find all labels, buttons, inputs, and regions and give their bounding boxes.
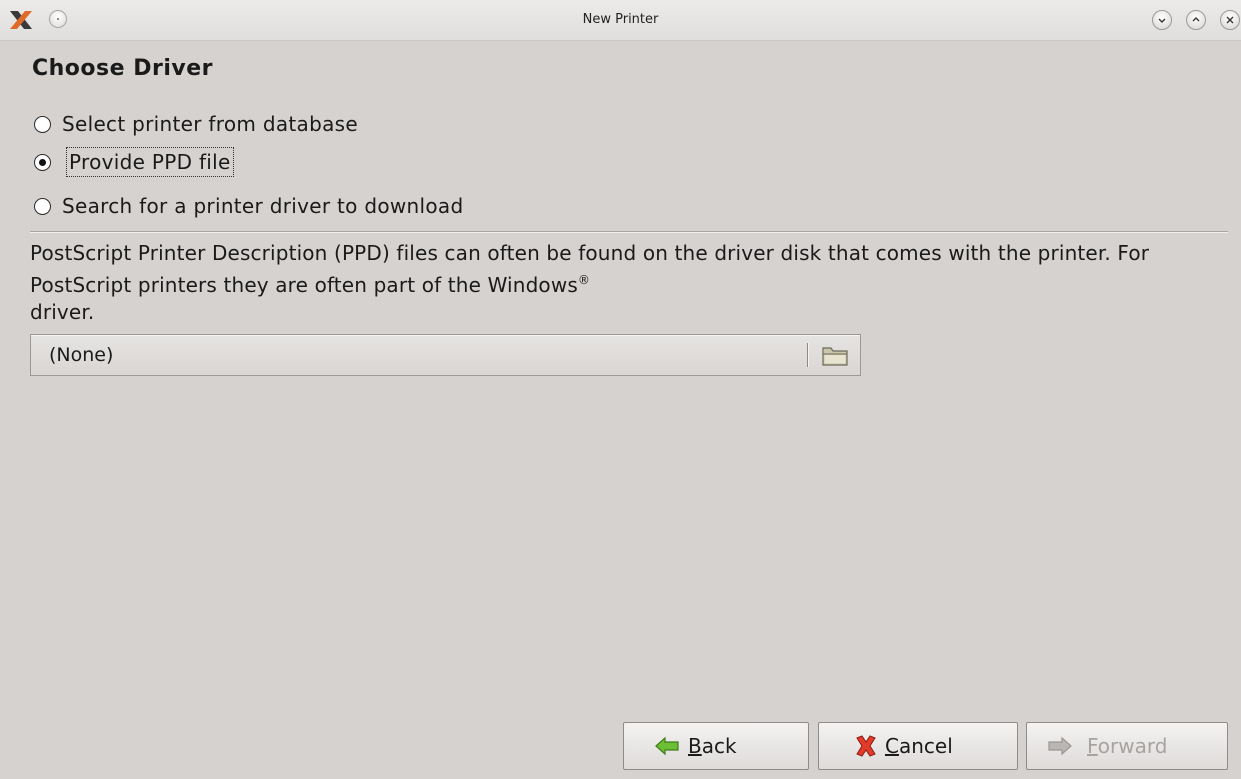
arrow-left-icon bbox=[655, 736, 679, 756]
radio-label[interactable]: Provide PPD file bbox=[66, 147, 234, 177]
title-bar[interactable]: New Printer bbox=[0, 0, 1241, 41]
separator bbox=[30, 231, 1228, 233]
cancel-button[interactable]: Cancel bbox=[818, 722, 1018, 770]
radio-button[interactable] bbox=[34, 198, 51, 215]
forward-label-rest: orward bbox=[1097, 734, 1168, 758]
forward-button[interactable]: Forward bbox=[1026, 722, 1228, 770]
description-text: PostScript Printer Description (PPD) fil… bbox=[30, 241, 1150, 297]
ppd-description: PostScript Printer Description (PPD) fil… bbox=[30, 240, 1220, 326]
back-label: Back bbox=[688, 723, 737, 769]
cancel-label-rest: ancel bbox=[898, 734, 953, 758]
forward-label: Forward bbox=[1087, 723, 1167, 769]
trademark-symbol: ® bbox=[577, 273, 591, 287]
radio-label[interactable]: Select printer from database bbox=[62, 110, 358, 138]
radio-label[interactable]: Search for a printer driver to download bbox=[62, 192, 463, 220]
cancel-icon bbox=[856, 735, 876, 757]
cancel-mnemonic: C bbox=[885, 734, 899, 758]
minimize-icon[interactable] bbox=[1152, 10, 1172, 30]
file-chooser-value: (None) bbox=[49, 344, 114, 366]
back-mnemonic: B bbox=[688, 734, 702, 758]
radio-button[interactable] bbox=[34, 116, 51, 133]
file-chooser-divider bbox=[807, 343, 809, 367]
arrow-right-icon bbox=[1048, 736, 1072, 756]
window-title: New Printer bbox=[582, 12, 659, 27]
cancel-label: Cancel bbox=[885, 723, 953, 769]
folder-icon bbox=[822, 347, 848, 366]
new-printer-window: New Printer Choose Driver Select printer… bbox=[0, 0, 1241, 779]
radio-button-selected[interactable] bbox=[34, 154, 51, 171]
description-suffix: driver. bbox=[30, 300, 95, 324]
back-label-rest: ack bbox=[701, 734, 737, 758]
maximize-icon[interactable] bbox=[1186, 10, 1206, 30]
page-title: Choose Driver bbox=[32, 56, 213, 81]
ppd-file-chooser-button[interactable]: (None) bbox=[30, 334, 861, 376]
forward-mnemonic: F bbox=[1087, 734, 1098, 758]
close-icon[interactable] bbox=[1220, 10, 1240, 30]
back-button[interactable]: Back bbox=[623, 722, 809, 770]
